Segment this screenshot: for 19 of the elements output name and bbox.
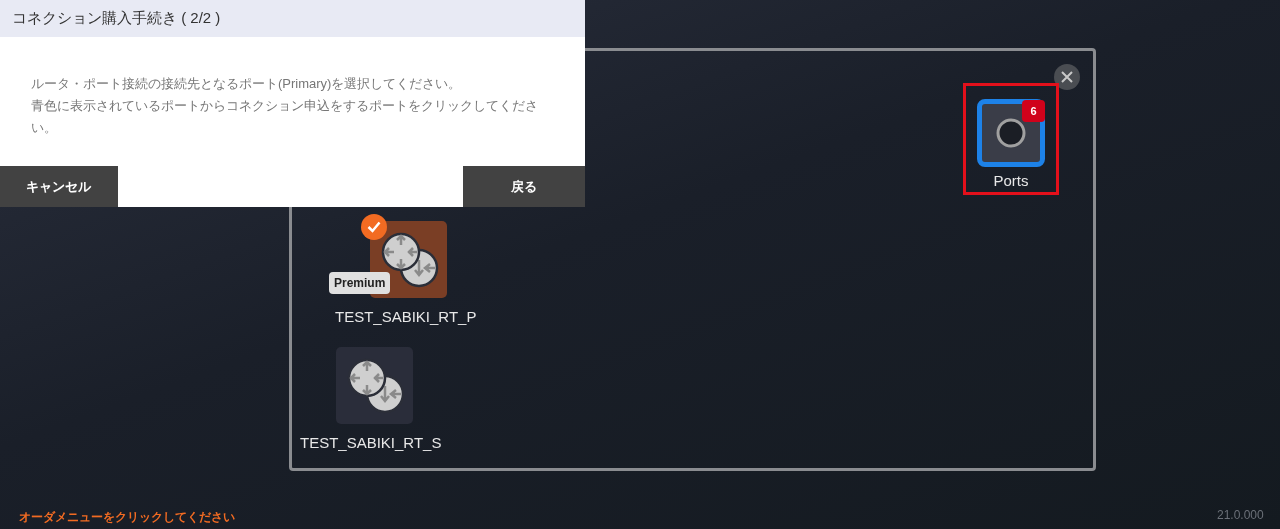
router-name: TEST_SABIKI_RT_P [335, 307, 477, 327]
back-button[interactable]: 戻る [463, 166, 585, 207]
router-name: TEST_SABIKI_RT_S [300, 433, 442, 453]
hint-text: オーダメニューをクリックしてください [19, 509, 235, 526]
dialog-title: コネクション購入手続き ( 2/2 ) [0, 0, 585, 37]
port-icon [995, 116, 1027, 149]
check-icon [361, 214, 387, 240]
close-icon [1060, 70, 1074, 84]
cancel-button[interactable]: キャンセル [0, 166, 118, 207]
instruction-text: ルータ・ポート接続の接続先となるポート(Primary)を選択してください。 [31, 75, 463, 93]
close-button[interactable] [1054, 64, 1080, 90]
ports-item[interactable]: 6 Ports [963, 83, 1059, 195]
router-tile[interactable] [336, 347, 413, 424]
count-badge: 6 [1022, 100, 1045, 122]
instruction-text: 青色に表示されているポートからコネクション申込をするポートをクリックしてください。 [31, 97, 539, 137]
port-tile[interactable]: 6 [977, 99, 1045, 167]
version-text: 21.0.000 [1217, 507, 1264, 524]
ports-label: Ports [993, 170, 1029, 191]
premium-tag: Premium [329, 272, 391, 294]
